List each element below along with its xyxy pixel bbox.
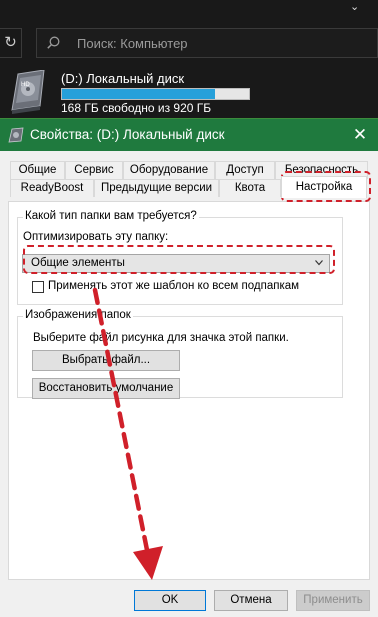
chevron-down-icon: [315, 260, 323, 266]
tab-readyboost[interactable]: ReadyBoost: [10, 179, 94, 197]
tab-sharing[interactable]: Доступ: [215, 161, 275, 179]
dialog-titlebar[interactable]: Свойства: (D:) Локальный диск ✕: [0, 119, 378, 151]
search-box[interactable]: Поиск: Компьютер: [36, 28, 378, 58]
drive-name[interactable]: (D:) Локальный диск: [61, 71, 184, 86]
hdd-label: HD: [21, 82, 30, 88]
search-icon: [47, 36, 60, 49]
drive-usage-bar: [61, 88, 250, 100]
apply-to-subfolders-label[interactable]: Применять этот же шаблон ко всем подпапк…: [48, 280, 299, 292]
properties-dialog: Свойства: (D:) Локальный диск ✕ Общие Се…: [0, 118, 378, 617]
refresh-button[interactable]: ↻: [0, 28, 22, 58]
restore-default-button[interactable]: Восстановить умолчание: [32, 378, 180, 399]
tab-quota[interactable]: Квота: [219, 179, 281, 197]
chevron-down-icon[interactable]: ⌄: [350, 0, 359, 13]
folder-type-legend: Какой тип папки вам требуется?: [23, 210, 199, 222]
folder-type-select[interactable]: Общие элементы: [22, 254, 330, 273]
folder-pictures-legend: Изображения папок: [23, 309, 133, 321]
ok-button[interactable]: OK: [134, 590, 206, 611]
tab-previous-versions[interactable]: Предыдущие версии: [94, 179, 219, 197]
dialog-title: Свойства: (D:) Локальный диск: [30, 127, 225, 142]
refresh-icon: ↻: [4, 34, 17, 51]
folder-type-value: Общие элементы: [31, 257, 125, 269]
tab-customize[interactable]: Настройка: [281, 176, 367, 198]
explorer-window: ⌄ ↻ Поиск: Компьютер HD (D:) Локальный д…: [0, 0, 378, 120]
hard-drive-icon[interactable]: HD: [8, 70, 48, 114]
search-placeholder: Поиск: Компьютер: [77, 36, 188, 51]
tab-general[interactable]: Общие: [10, 161, 65, 179]
close-icon[interactable]: ✕: [350, 125, 370, 145]
optimize-label: Оптимизировать эту папку:: [23, 231, 169, 243]
tab-tools[interactable]: Сервис: [65, 161, 123, 179]
drive-properties-icon: [8, 127, 24, 143]
drive-free-space: 168 ГБ свободно из 920 ГБ: [61, 101, 212, 115]
cancel-button[interactable]: Отмена: [214, 590, 288, 611]
folder-pictures-description: Выберите файл рисунка для значка этой па…: [33, 332, 289, 344]
choose-file-button[interactable]: Выбрать файл...: [32, 350, 180, 371]
tab-hardware[interactable]: Оборудование: [123, 161, 215, 179]
apply-to-subfolders-checkbox[interactable]: [32, 281, 44, 293]
drive-usage-fill: [62, 89, 216, 99]
apply-button[interactable]: Применить: [296, 590, 370, 611]
